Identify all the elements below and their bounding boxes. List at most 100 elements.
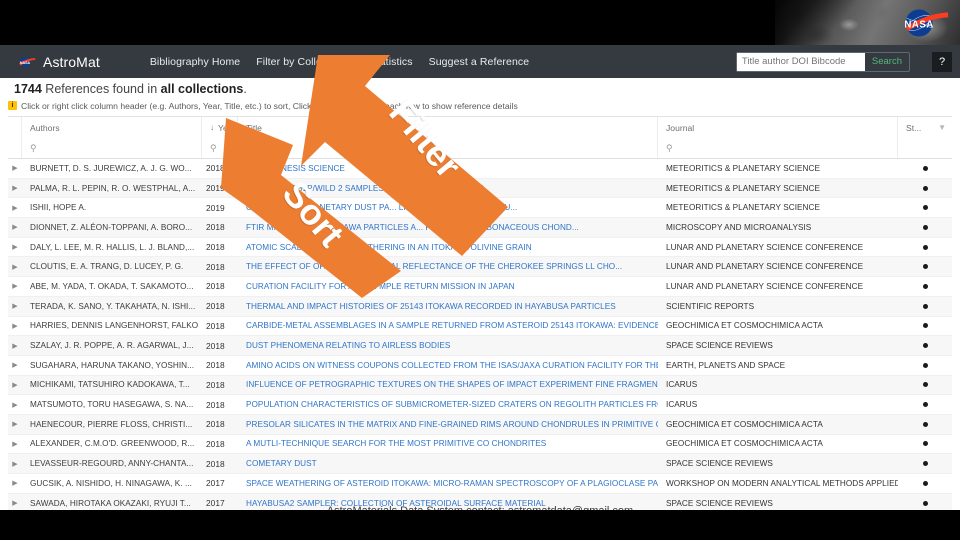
- row-expand-arrow-icon[interactable]: ▶: [8, 381, 22, 389]
- table-row[interactable]: ▶ HARRIES, DENNIS LANGENHORST, FALKO 2018 C…: [8, 317, 952, 337]
- column-header-status[interactable]: St... ▼: [898, 117, 952, 138]
- cell-title[interactable]: THE EFFECT OF OPAQUE... SPECTRAL REFLECT…: [238, 257, 658, 276]
- cell-title[interactable]: SPACE WEATHERING OF ASTEROID ITOKAWA: MI…: [238, 474, 658, 493]
- cell-authors: HARRIES, DENNIS LANGENHORST, FALKO: [30, 321, 199, 331]
- nav-item-suggest-a-reference[interactable]: Suggest a Reference: [429, 56, 530, 68]
- nav-item-statistics[interactable]: Statistics: [370, 56, 413, 68]
- nav-item-filter-by-collection[interactable]: Filter by Collection: [256, 55, 354, 68]
- cell-title[interactable]: AMINO ACIDS ON WITNESS COUPONS COLLECTED…: [238, 356, 658, 375]
- row-expand-arrow-icon[interactable]: ▶: [8, 322, 22, 330]
- cell-title[interactable]: CURATION FACILITY FOR ASTE... MPLE RETUR…: [238, 277, 658, 296]
- cell-title[interactable]: ATOMIC SCALE D... RACE WEATHERING IN AN …: [238, 238, 658, 257]
- nav-item-bibliography-home[interactable]: Bibliography Home: [150, 56, 240, 68]
- help-icon[interactable]: ?: [932, 51, 952, 72]
- brand[interactable]: NASA AstroMat: [14, 54, 100, 70]
- cell-title[interactable]: PRESOLAR SILICATES IN THE MATRIX AND FIN…: [238, 415, 658, 434]
- cell-title[interactable]: INFLUENCE OF PETROGRAPHIC TEXTURES ON TH…: [238, 376, 658, 395]
- row-expand-arrow-icon[interactable]: ▶: [8, 342, 22, 350]
- column-header-label: Year: [218, 122, 236, 133]
- cell-title[interactable]: COMP... INTERPLANETARY DUST PA... LIKE O…: [238, 198, 658, 217]
- table-row[interactable]: ▶ TERADA, K. SANO, Y. TAKAHATA, N. ISHI..…: [8, 296, 952, 317]
- cell-journal: SPACE SCIENCE REVIEWS: [666, 341, 773, 351]
- cell-status: [898, 317, 952, 336]
- status-dot-icon: [922, 421, 928, 427]
- cell-status: [898, 376, 952, 395]
- cell-year: 2018: [206, 360, 225, 371]
- cell-year: 2018: [206, 281, 225, 292]
- row-expand-arrow-icon[interactable]: ▶: [8, 479, 22, 487]
- cell-title[interactable]: CARBIDE-METAL ASSEMBLAGES IN A SAMPLE RE…: [238, 317, 658, 336]
- row-expand-arrow-icon[interactable]: ▶: [8, 460, 22, 468]
- cell-authors: MATSUMOTO, TORU HASEGAWA, S. NA...: [30, 400, 194, 410]
- cell-title[interactable]: THERMAL AND IMPACT HISTORIES OF 25143 IT…: [238, 297, 658, 316]
- row-expand-arrow-icon[interactable]: ▶: [8, 263, 22, 271]
- column-header-title[interactable]: Title: [238, 117, 658, 138]
- table-row[interactable]: ▶ ABE, M. YADA, T. OKADA, T. SAKAMOTO... 2…: [8, 277, 952, 297]
- row-expand-arrow-icon[interactable]: ▶: [8, 420, 22, 428]
- cell-year: 2018: [206, 242, 225, 253]
- table-row[interactable]: ▶ BURNETT, D. S. JUREWICZ, A. J. G. WO...…: [8, 159, 952, 179]
- row-expand-arrow-icon[interactable]: ▶: [8, 184, 22, 192]
- row-expand-arrow-icon[interactable]: ▶: [8, 204, 22, 212]
- row-expand-arrow-icon[interactable]: ▶: [8, 164, 22, 172]
- filter-input-year[interactable]: ⚲: [202, 138, 238, 158]
- column-header-year[interactable]: ↓ Year: [202, 117, 238, 138]
- cell-title[interactable]: ... OF GENESIS SCIENCE: [238, 159, 658, 178]
- table-row[interactable]: ▶ MATSUMOTO, TORU HASEGAWA, S. NA... 2018 P…: [8, 395, 952, 415]
- table-row[interactable]: ▶ LEVASSEUR-REGOURD, ANNY-CHANTA... 2018 CO…: [8, 454, 952, 474]
- cell-title[interactable]: A MUTLI-TECHNIQUE SEARCH FOR THE MOST PR…: [238, 435, 658, 454]
- row-expand-arrow-icon[interactable]: ▶: [8, 302, 22, 310]
- cell-title[interactable]: COMETARY DUST: [238, 454, 658, 473]
- row-expand-arrow-icon[interactable]: ▶: [8, 223, 22, 231]
- cell-authors: ISHII, HOPE A.: [30, 203, 87, 213]
- filter-input-title[interactable]: [238, 138, 658, 158]
- nav-item-label: Filter by Collection: [256, 55, 345, 68]
- info-icon: i: [8, 101, 17, 110]
- cell-journal: LUNAR AND PLANETARY SCIENCE CONFERENCE: [666, 242, 864, 252]
- cell-status: [898, 356, 952, 375]
- table-row[interactable]: ▶ SZALAY, J. R. POPPE, A. R. AGARWAL, J..…: [8, 336, 952, 356]
- cell-title[interactable]: POPULATION CHARACTERISTICS OF SUBMICROME…: [238, 395, 658, 414]
- cell-journal: GEOCHIMICA ET COSMOCHIMICA ACTA: [666, 321, 823, 331]
- footer-black-bar: [0, 510, 960, 540]
- table-row[interactable]: ▶ GUCSIK, A. NISHIDO, H. NINAGAWA, K. ...…: [8, 474, 952, 494]
- filter-input-journal[interactable]: ⚲: [658, 138, 898, 158]
- table-row[interactable]: ▶ ALEXANDER, C.M.O'D. GREENWOOD, R... 2018…: [8, 435, 952, 455]
- filter-input-status[interactable]: [898, 138, 952, 158]
- filter-funnel-icon[interactable]: ▼: [938, 123, 946, 132]
- table-row[interactable]: ▶ DALY, L. LEE, M. R. HALLIS, L. J. BLAND…: [8, 238, 952, 258]
- table-row[interactable]: ▶ CLOUTIS, E. A. TRANG, D. LUCEY, P. G. 20…: [8, 257, 952, 278]
- cell-year: 2018: [206, 379, 225, 390]
- row-expand-arrow-icon[interactable]: ▶: [8, 440, 22, 448]
- table-row[interactable]: ▶ MICHIKAMI, TATSUHIRO KADOKAWA, T... 2018…: [8, 375, 952, 396]
- status-dot-icon: [922, 244, 928, 250]
- cell-authors: TERADA, K. SANO, Y. TAKAHATA, N. ISHI...: [30, 301, 196, 311]
- column-header-authors[interactable]: Authors: [22, 117, 202, 138]
- cell-authors: SUGAHARA, HARUNA TAKANO, YOSHIN...: [30, 360, 195, 370]
- filter-input-authors[interactable]: ⚲: [22, 138, 202, 158]
- table-row[interactable]: ▶ PALMA, R. L. PEPIN, R. O. WESTPHAL, A..…: [8, 178, 952, 199]
- cell-journal: GEOCHIMICA ET COSMOCHIMICA ACTA: [666, 419, 823, 429]
- table-row[interactable]: ▶ DIONNET, Z. ALÉON-TOPPANI, A. BORO... 20…: [8, 218, 952, 238]
- cell-journal: METEORITICS & PLANETARY SCIENCE: [666, 183, 820, 193]
- cell-journal: EARTH, PLANETS AND SPACE: [666, 360, 786, 370]
- cell-authors: ABE, M. YADA, T. OKADA, T. SAKAMOTO...: [30, 281, 194, 291]
- search-button[interactable]: Search: [865, 53, 909, 71]
- nav-item-label: Bibliography Home: [149, 55, 241, 68]
- row-expand-arrow-icon[interactable]: ▶: [8, 282, 22, 290]
- hero-fade-overlay: [720, 0, 790, 45]
- cell-status: [898, 415, 952, 434]
- cell-year: 2018: [206, 320, 225, 331]
- search-input[interactable]: [736, 52, 865, 71]
- row-expand-arrow-icon[interactable]: ▶: [8, 361, 22, 369]
- table-row[interactable]: ▶ ISHII, HOPE A. 2019 COMP... INTERPLANETAR…: [8, 198, 952, 219]
- cell-title[interactable]: ... IN COMET 81P/WILD 2 SAMPLES ... A ST…: [238, 179, 658, 198]
- table-row[interactable]: ▶ SUGAHARA, HARUNA TAKANO, YOSHIN... 2018 A…: [8, 356, 952, 376]
- row-expand-arrow-icon[interactable]: ▶: [8, 243, 22, 251]
- cell-title[interactable]: DUST PHENOMENA RELATING TO AIRLESS BODIE…: [238, 336, 658, 355]
- table-row[interactable]: ▶ HAENECOUR, PIERRE FLOSS, CHRISTI... 2018…: [8, 414, 952, 435]
- cell-journal: ICARUS: [666, 400, 698, 410]
- cell-title[interactable]: FTIR MICRO... FIVE ITOKAWA PARTICLES A..…: [238, 218, 658, 237]
- row-expand-arrow-icon[interactable]: ▶: [8, 401, 22, 409]
- column-header-journal[interactable]: Journal: [658, 117, 898, 138]
